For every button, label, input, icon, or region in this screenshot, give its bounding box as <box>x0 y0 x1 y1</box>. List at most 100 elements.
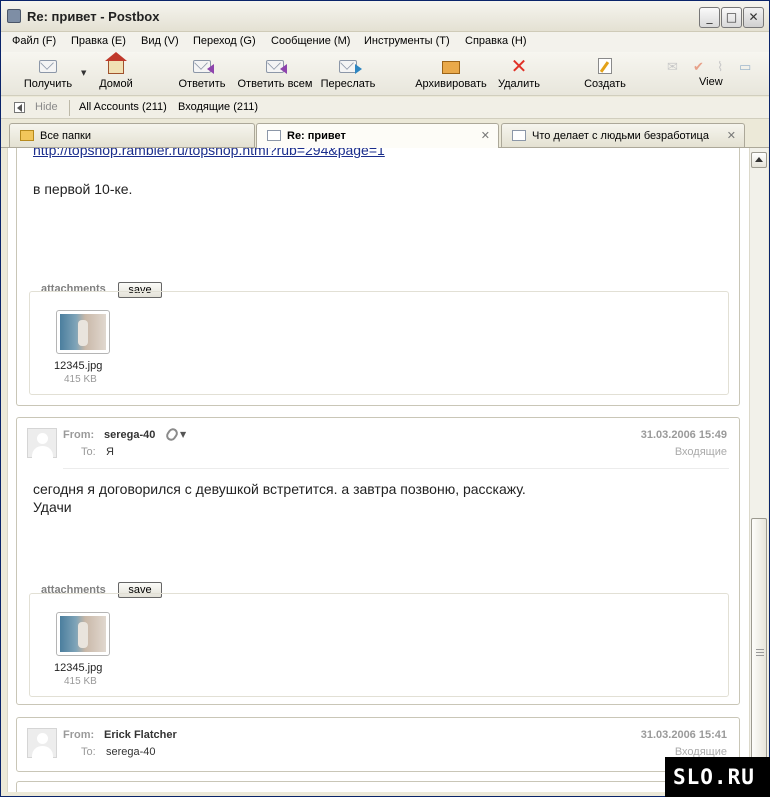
app-window: Re: привет - Postbox _ □ ✕ Файл (F) Прав… <box>0 0 770 797</box>
message-card: From: Erick Flatcher To: serega-40 31.03… <box>16 717 740 772</box>
chevron-down-icon[interactable]: ▼ <box>180 430 186 439</box>
view-mail-icon[interactable]: ✉ <box>667 60 678 75</box>
message-link[interactable]: http://topshop.rambler.ru/topshop.html?r… <box>33 148 385 158</box>
menu-help[interactable]: Справка (H) <box>465 35 526 47</box>
message-body: в первой 10-ке. <box>33 181 133 197</box>
attachment-thumbnail[interactable] <box>56 310 110 354</box>
to-label: To: <box>81 446 96 458</box>
menu-go[interactable]: Переход (G) <box>193 35 256 47</box>
delete-button[interactable]: ✕ Удалить <box>495 54 543 94</box>
archive-icon <box>442 61 460 74</box>
tab-unemployment[interactable]: Что делает с людьми безработица ✕ <box>501 123 745 147</box>
menu-tools[interactable]: Инструменты (T) <box>364 35 450 47</box>
message-thread: http://topshop.rambler.ru/topshop.html?r… <box>7 148 749 792</box>
home-button[interactable]: Домой <box>93 52 139 94</box>
message-date: 31.03.2006 15:49 <box>640 429 727 441</box>
attachments-box: 12345.jpg 415 KB <box>29 593 729 697</box>
message-body: сегодня я договорился с девушкой встрети… <box>33 481 526 515</box>
menu-edit[interactable]: Правка (E) <box>71 35 126 47</box>
envelope-icon <box>39 60 57 73</box>
menu-view[interactable]: Вид (V) <box>141 35 179 47</box>
accounts-bar: Hide All Accounts (211) Входящие (211) <box>1 97 769 119</box>
tab-label: Все папки <box>40 130 91 142</box>
hide-sidebar-button[interactable]: Hide <box>35 101 58 113</box>
compose-button[interactable]: Создать <box>581 54 629 94</box>
tab-all-folders[interactable]: Все папки <box>9 123 255 147</box>
sender-name[interactable]: Erick Flatcher <box>104 729 177 741</box>
forward-label: Переслать <box>320 78 376 90</box>
tab-bar: Все папки Re: привет ✕ Что делает с людь… <box>1 119 769 148</box>
title-bar: Re: привет - Postbox _ □ ✕ <box>1 1 769 32</box>
compose-label: Создать <box>584 78 626 90</box>
from-label: From: <box>63 729 95 741</box>
attachment-filename[interactable]: 12345.jpg <box>54 360 102 372</box>
folder-icon <box>20 130 34 141</box>
avatar-icon <box>27 428 57 458</box>
reply-label: Ответить <box>178 78 226 90</box>
scroll-up-icon[interactable] <box>751 152 767 168</box>
menu-bar: Файл (F) Правка (E) Вид (V) Переход (G) … <box>1 32 769 52</box>
archive-label: Архивировать <box>415 78 487 90</box>
message-date: 31.03.2006 15:41 <box>640 729 727 741</box>
message-folder[interactable]: Входящие <box>675 446 727 458</box>
home-icon <box>105 52 127 74</box>
inbox-link[interactable]: Входящие (211) <box>178 101 258 113</box>
view-icons[interactable]: ✉ ✔ ⌇ ▭ <box>665 60 765 76</box>
image-preview <box>60 616 106 652</box>
forward-icon <box>339 60 362 74</box>
home-label: Домой <box>99 78 133 90</box>
vertical-scrollbar[interactable] <box>749 148 768 794</box>
paperclip-icon[interactable] <box>164 426 180 443</box>
get-mail-button[interactable]: Получить <box>19 54 77 94</box>
view-image-icon[interactable]: ▭ <box>739 60 751 75</box>
delete-icon: ✕ <box>510 54 528 78</box>
reply-all-label: Ответить всем <box>237 78 313 90</box>
watermark-text: SLO.RU <box>673 765 755 789</box>
close-tab-icon[interactable]: ✕ <box>481 129 490 142</box>
to-label: To: <box>81 746 96 758</box>
get-mail-label: Получить <box>23 78 73 90</box>
reply-button[interactable]: Ответить <box>173 54 231 94</box>
tab-label: Re: привет <box>287 130 346 142</box>
grip-icon <box>756 649 764 656</box>
menu-file[interactable]: Файл (F) <box>12 35 56 47</box>
reply-all-icon <box>266 60 287 74</box>
archive-button[interactable]: Архивировать <box>413 54 489 94</box>
close-tab-icon[interactable]: ✕ <box>727 129 736 142</box>
avatar-icon <box>27 728 57 758</box>
attachment-thumbnail[interactable] <box>56 612 110 656</box>
attachments-box: 12345.jpg 415 KB <box>29 291 729 395</box>
attachment-filename[interactable]: 12345.jpg <box>54 662 102 674</box>
from-label: From: <box>63 429 95 441</box>
get-mail-dropdown-icon[interactable]: ▼ <box>81 69 86 77</box>
reply-all-button[interactable]: Ответить всем <box>235 54 315 94</box>
envelope-icon <box>267 130 281 141</box>
forward-button[interactable]: Переслать <box>319 54 377 94</box>
app-icon <box>7 9 21 23</box>
reply-icon <box>193 60 214 74</box>
tab-re-privet[interactable]: Re: привет ✕ <box>256 123 499 148</box>
message-card: http://topshop.rambler.ru/topshop.html?r… <box>16 148 740 406</box>
window-title: Re: привет - Postbox <box>27 9 160 24</box>
maximize-icon[interactable]: □ <box>721 7 742 28</box>
toolbar: Получить ▼ Домой Ответить Ответить всем … <box>1 52 769 96</box>
close-icon[interactable]: ✕ <box>743 7 764 28</box>
view-attachment-icon[interactable]: ⌇ <box>717 60 723 75</box>
recipient-name[interactable]: serega-40 <box>106 746 156 758</box>
view-label[interactable]: View <box>699 76 723 88</box>
minimize-icon[interactable]: _ <box>699 7 720 28</box>
watermark-logo: SLO.RU <box>665 757 770 797</box>
message-card: From: serega-40 ▼ To: Я 31.03.2006 15:49… <box>16 417 740 705</box>
sender-name[interactable]: serega-40 <box>104 429 155 441</box>
delete-label: Удалить <box>498 78 540 90</box>
hide-sidebar-icon[interactable] <box>14 102 25 113</box>
compose-icon <box>598 58 612 74</box>
recipient-name[interactable]: Я <box>106 446 114 458</box>
attachment-size: 415 KB <box>64 374 97 385</box>
scroll-thumb[interactable] <box>751 518 767 788</box>
view-check-icon[interactable]: ✔ <box>693 60 704 75</box>
separator <box>69 100 70 116</box>
menu-message[interactable]: Сообщение (M) <box>271 35 350 47</box>
all-accounts-link[interactable]: All Accounts (211) <box>79 101 167 113</box>
envelope-icon <box>512 130 526 141</box>
